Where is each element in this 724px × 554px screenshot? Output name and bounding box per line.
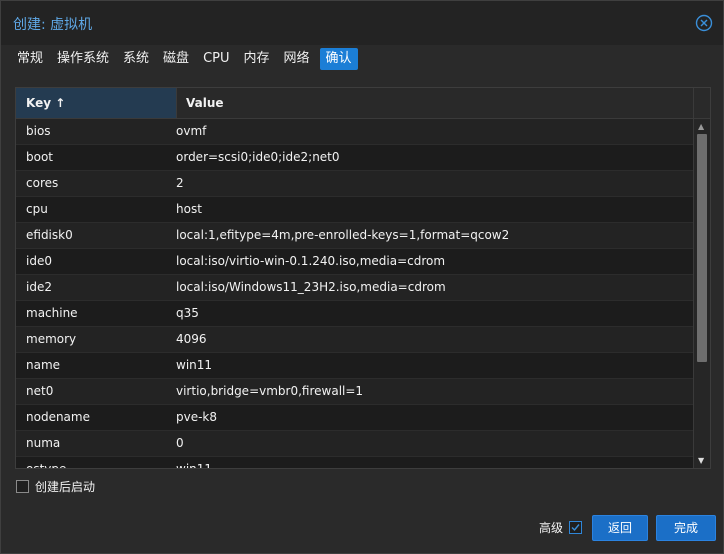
row-key: cores: [26, 176, 59, 190]
back-button[interactable]: 返回: [592, 515, 648, 541]
row-key: bios: [26, 124, 51, 138]
row-key: net0: [26, 384, 54, 398]
table-row[interactable]: memory 4096: [16, 327, 694, 353]
row-value: ovmf: [176, 124, 207, 138]
tab-system[interactable]: 系统: [119, 48, 153, 70]
dialog-title: 创建: 虚拟机: [13, 17, 93, 33]
tab-disks[interactable]: 磁盘: [159, 48, 193, 70]
start-after-create-label: 创建后启动: [35, 480, 96, 494]
row-value: order=scsi0;ide0;ide2;net0: [176, 150, 340, 164]
confirm-grid: Key ↑ Value bios ovmf boot order=scsi0;ide0…: [15, 87, 711, 469]
table-row[interactable]: efidisk0 local:1,efitype=4m,pre-enrolled-…: [16, 223, 694, 249]
row-value: 0: [176, 436, 184, 450]
row-value: host: [176, 202, 202, 216]
tab-confirm[interactable]: 确认: [319, 48, 358, 70]
tab-os[interactable]: 操作系统: [53, 48, 113, 70]
close-icon[interactable]: [695, 14, 713, 32]
row-value: virtio,bridge=vmbr0,firewall=1: [176, 384, 364, 398]
row-key: ide2: [26, 280, 52, 294]
table-row[interactable]: bios ovmf: [16, 119, 694, 145]
row-value: local:iso/Windows11_23H2.iso,media=cdrom: [176, 280, 446, 294]
table-row[interactable]: cores 2: [16, 171, 694, 197]
checkmark-icon: [571, 524, 580, 532]
tab-cpu[interactable]: CPU: [199, 48, 233, 70]
row-value: q35: [176, 306, 199, 320]
advanced-checkbox[interactable]: [569, 521, 583, 534]
table-row[interactable]: cpu host: [16, 197, 694, 223]
dialog-footer: 高级 返回 完成: [1, 509, 723, 553]
header-scroll-spacer: [693, 88, 710, 118]
row-value: pve-k8: [176, 410, 218, 424]
row-key: machine: [26, 306, 78, 320]
create-vm-dialog: 创建: 虚拟机 常规 操作系统 系统 磁盘 CPU 内存 网络 确认 Key ↑…: [0, 0, 724, 554]
tab-memory[interactable]: 内存: [240, 48, 274, 70]
row-value: win11: [176, 358, 213, 372]
grid-header: Key ↑ Value: [16, 88, 710, 119]
row-key: numa: [26, 436, 61, 450]
row-key: nodename: [26, 410, 90, 424]
table-row[interactable]: ide0 local:iso/virtio-win-0.1.240.iso,med…: [16, 249, 694, 275]
table-row[interactable]: ide2 local:iso/Windows11_23H2.iso,media=c…: [16, 275, 694, 301]
row-value: local:iso/virtio-win-0.1.240.iso,media=c…: [176, 254, 446, 268]
start-after-create-checkbox[interactable]: [16, 480, 29, 493]
row-key: ide0: [26, 254, 52, 268]
column-header-value[interactable]: Value: [176, 88, 702, 118]
tab-general[interactable]: 常规: [13, 48, 47, 70]
advanced-label: 高级: [539, 521, 564, 535]
grid-scrollbar[interactable]: ▲ ▼: [693, 119, 710, 468]
finish-button[interactable]: 完成: [656, 515, 716, 541]
table-row[interactable]: machine q35: [16, 301, 694, 327]
table-row[interactable]: boot order=scsi0;ide0;ide2;net0: [16, 145, 694, 171]
row-key: memory: [26, 332, 77, 346]
wizard-tabs: 常规 操作系统 系统 磁盘 CPU 内存 网络 确认: [13, 46, 358, 72]
scroll-thumb[interactable]: [697, 134, 707, 362]
start-after-create-row[interactable]: 创建后启动: [16, 478, 95, 495]
row-key: cpu: [26, 202, 48, 216]
advanced-toggle[interactable]: 高级: [539, 519, 583, 536]
row-key: ostype: [26, 462, 67, 469]
scroll-down-icon[interactable]: ▼: [698, 456, 704, 465]
row-key: efidisk0: [26, 228, 73, 242]
row-value: local:1,efitype=4m,pre-enrolled-keys=1,f…: [176, 228, 510, 242]
row-key: name: [26, 358, 61, 372]
row-value: win11: [176, 462, 213, 469]
tab-network[interactable]: 网络: [280, 48, 314, 70]
table-row[interactable]: ostype win11: [16, 457, 694, 469]
row-value: 4096: [176, 332, 207, 346]
table-row[interactable]: name win11: [16, 353, 694, 379]
row-value: 2: [176, 176, 184, 190]
row-key: boot: [26, 150, 54, 164]
column-header-key[interactable]: Key ↑: [16, 88, 177, 118]
table-row[interactable]: numa 0: [16, 431, 694, 457]
scroll-up-icon[interactable]: ▲: [698, 122, 704, 131]
table-row[interactable]: nodename pve-k8: [16, 405, 694, 431]
grid-rows: bios ovmf boot order=scsi0;ide0;ide2;net0 co…: [16, 119, 694, 469]
dialog-titlebar: 创建: 虚拟机: [1, 1, 723, 45]
table-row[interactable]: net0 virtio,bridge=vmbr0,firewall=1: [16, 379, 694, 405]
